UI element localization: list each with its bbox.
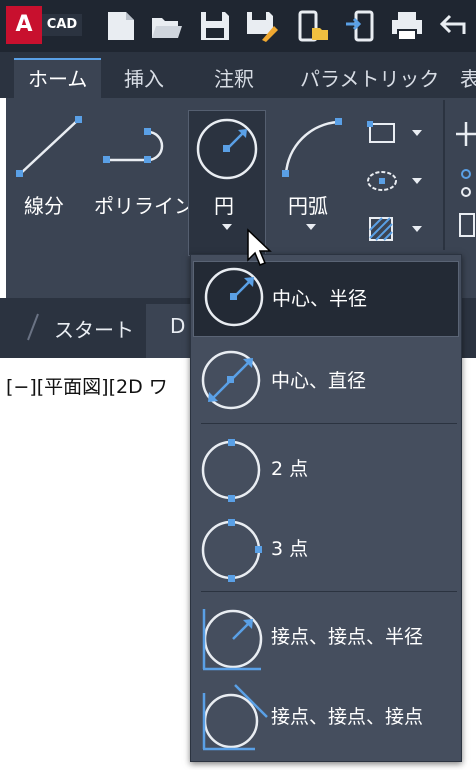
menu-item-tan-tan-tan[interactable]: 接点、接点、接点 (191, 677, 461, 757)
tab-divider-icon (27, 313, 39, 341)
arc-button-label[interactable]: 円弧 (288, 190, 328, 219)
save-as-icon[interactable] (244, 10, 278, 42)
modify-tools-icon[interactable] (452, 118, 476, 248)
undo-icon[interactable] (438, 10, 472, 42)
circle-center-diameter-icon (201, 350, 261, 410)
chevron-down-icon (222, 224, 232, 230)
arc-chevron-down-icon[interactable] (304, 222, 318, 232)
menu-item-center-diameter[interactable]: 中心、直径 (191, 341, 461, 421)
save-icon[interactable] (198, 10, 232, 42)
menu-item-label: 中心、半径 (272, 288, 368, 310)
open-icon[interactable] (150, 10, 184, 42)
menu-item-tan-tan-radius[interactable]: 接点、接点、半径 (191, 597, 461, 677)
open-from-mobile-icon[interactable] (296, 10, 330, 42)
quick-access-toolbar: A CAD (0, 0, 476, 52)
menu-item-label: 接点、接点、半径 (271, 626, 424, 648)
viewport-controls[interactable]: [−][平面図][2D ワ (6, 372, 168, 399)
circle-tan-tan-tan-icon (202, 684, 268, 751)
circle-button-label: 円 (214, 194, 234, 218)
menu-item-label: 接点、接点、接点 (271, 706, 424, 728)
menu-separator (201, 591, 457, 592)
tab-annotate[interactable]: 注釈 (214, 60, 254, 98)
menu-item-center-radius[interactable]: 中心、半径 (193, 261, 459, 337)
circle-2-point-icon (201, 439, 261, 502)
menu-item-label: 3 点 (271, 538, 309, 560)
menu-separator (201, 423, 457, 424)
circle-dropdown-menu: 中心、半径 中心、直径 2 点 3 点 接点、接点、半径 接点、接点、接点 (190, 254, 462, 762)
ribbon-tab-bar: ホーム 挿入 注釈 パラメトリック 表 (0, 52, 476, 98)
tab-home[interactable]: ホーム (14, 58, 102, 98)
save-to-mobile-icon[interactable] (344, 10, 378, 42)
tab-parametric[interactable]: パラメトリック (300, 60, 439, 98)
polyline-button-label[interactable]: ポリライン (94, 190, 194, 219)
file-tab-drawing-label: D (170, 314, 186, 338)
rectangle-icon[interactable] (364, 118, 428, 148)
line-button-label[interactable]: 線分 (24, 190, 64, 219)
new-icon[interactable] (104, 10, 138, 42)
tab-table[interactable]: 表 (460, 60, 476, 98)
ribbon-separator (443, 100, 445, 250)
menu-item-3-point[interactable]: 3 点 (191, 509, 461, 589)
circle-tan-tan-radius-icon (202, 609, 263, 671)
app-logo-letter: A (6, 6, 42, 44)
menu-item-label: 2 点 (271, 458, 309, 480)
circle-center-radius-icon (204, 267, 264, 327)
hatch-icon[interactable] (364, 212, 428, 246)
arc-icon[interactable] (278, 114, 348, 180)
mouse-cursor-icon (247, 228, 272, 266)
circle-icon (196, 118, 258, 180)
tab-insert[interactable]: 挿入 (124, 60, 164, 98)
app-logo[interactable]: A CAD (6, 6, 82, 44)
print-icon[interactable] (390, 10, 424, 42)
polyline-icon[interactable] (100, 124, 180, 170)
circle-3-point-icon (201, 519, 262, 582)
menu-item-label: 中心、直径 (271, 370, 367, 392)
menu-item-2-point[interactable]: 2 点 (191, 429, 461, 509)
file-tab-start[interactable]: スタート (54, 314, 134, 343)
ellipse-icon[interactable] (364, 166, 428, 196)
app-logo-text: CAD (42, 14, 82, 36)
line-icon[interactable] (14, 114, 84, 180)
